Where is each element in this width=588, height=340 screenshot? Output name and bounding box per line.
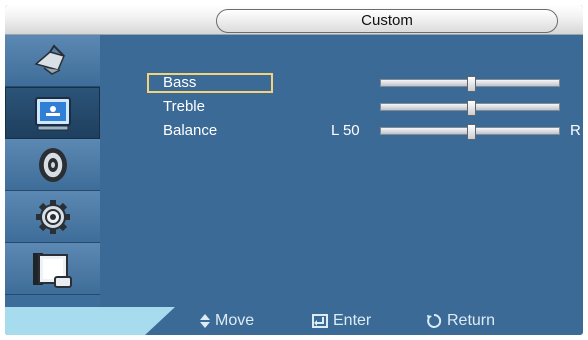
picture-icon (33, 43, 65, 75)
setting-label: Bass (163, 74, 197, 91)
slider-knob[interactable] (467, 124, 476, 140)
sidebar-item-multiscreen[interactable] (5, 243, 100, 295)
treble-slider[interactable] (380, 100, 560, 116)
settings-gear-icon (35, 199, 70, 234)
setting-value: R 50 (570, 122, 583, 139)
footer-return-label: Return (447, 312, 496, 329)
sidebar (5, 35, 100, 335)
slider-knob[interactable] (467, 76, 476, 92)
bass-slider[interactable] (380, 76, 560, 92)
multi-screen-icon (32, 252, 72, 288)
footer-bar: Move Enter Return (5, 307, 583, 335)
footer-move: Move (199, 312, 254, 330)
sound-menu-icon (34, 97, 71, 131)
footer-enter: Enter (311, 312, 371, 330)
setting-label: Balance (163, 122, 218, 139)
sidebar-item-sound[interactable] (5, 87, 100, 139)
footer-background (145, 307, 583, 335)
setting-label: Treble (163, 98, 205, 115)
slider-knob[interactable] (467, 100, 476, 116)
sidebar-item-speaker[interactable] (5, 139, 100, 191)
balance-slider[interactable] (380, 124, 560, 140)
up-down-arrow-icon (200, 314, 210, 328)
settings-panel: Bass 50 Treble 50 Balance L 50 R 50 (100, 35, 583, 307)
page-title: Custom (216, 9, 558, 33)
sidebar-item-settings[interactable] (5, 191, 100, 243)
sidebar-item-picture[interactable] (5, 35, 100, 87)
footer-enter-label: Enter (333, 312, 372, 329)
title-bar: Custom (5, 5, 583, 35)
return-icon (427, 313, 442, 328)
osd-window: Custom Bass Treble Balance L 50 R Move E… (5, 5, 583, 335)
enter-icon (312, 314, 328, 328)
footer-return: Return (425, 312, 495, 330)
speaker-icon (38, 147, 67, 182)
setting-prefix: L 50 (331, 122, 360, 139)
footer-move-label: Move (215, 312, 255, 329)
